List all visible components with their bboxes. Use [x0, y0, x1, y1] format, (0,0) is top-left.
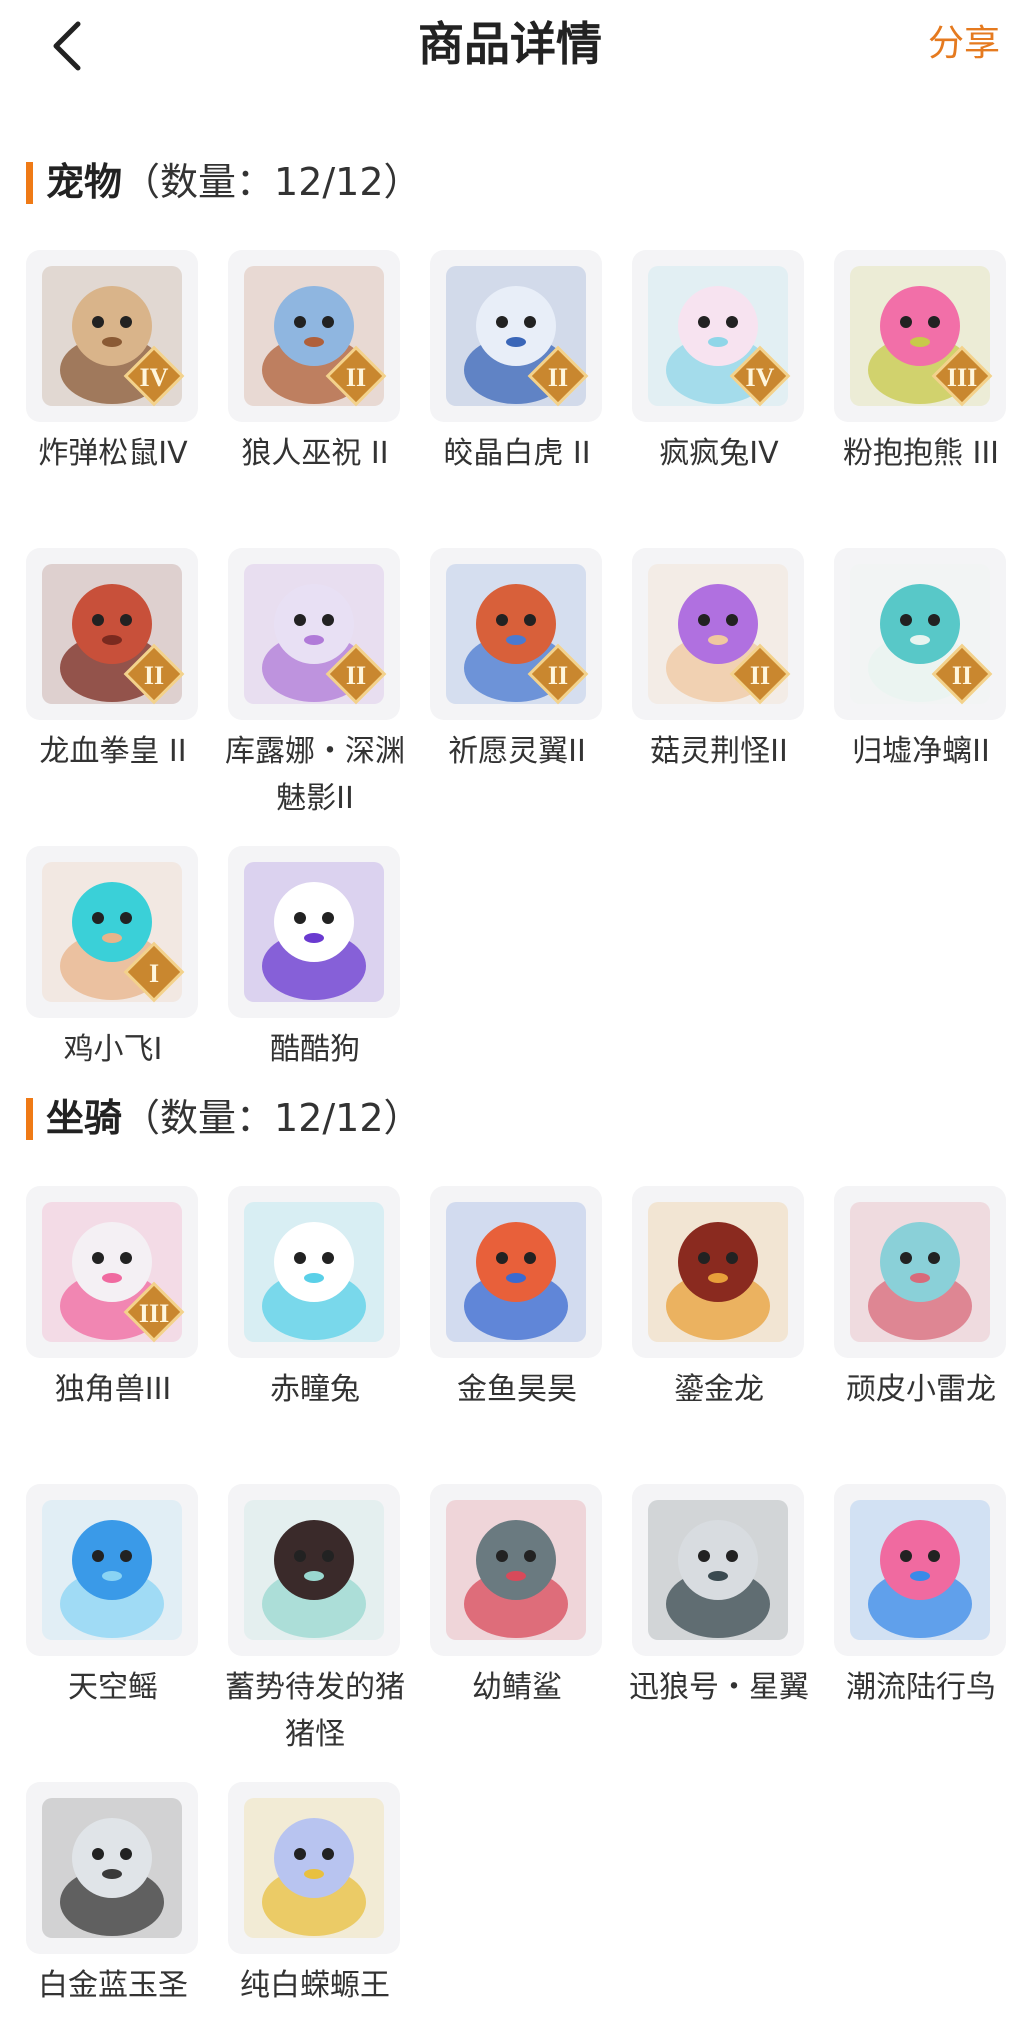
- axolotl-icon: [228, 1782, 400, 1954]
- svg-text:II: II: [144, 661, 164, 690]
- grid-item[interactable]: III 粉抱抱熊 III: [834, 250, 1007, 548]
- mecha-wolf-icon: [632, 1484, 804, 1656]
- grid-item[interactable]: II 归墟净螭II: [834, 548, 1007, 846]
- item-name: 狼人巫祝 II: [241, 436, 389, 471]
- unicorn-icon: III: [26, 1186, 198, 1358]
- item-name: 迅狼号・星翼: [629, 1670, 809, 1705]
- grid-item[interactable]: 白金蓝玉圣: [26, 1782, 199, 2032]
- svg-text:II: II: [346, 363, 366, 392]
- water-dragon-icon: II: [834, 548, 1006, 720]
- section-count: （数量：12/12）: [122, 1096, 422, 1140]
- grid-item[interactable]: 蓄势待发的猪猪怪: [225, 1484, 405, 1782]
- grid-item[interactable]: IV 炸弹松鼠IV: [26, 250, 199, 548]
- item-name: 蓄势待发的猪猪怪: [225, 1670, 405, 1752]
- sky-ray-icon: [26, 1484, 198, 1656]
- shark-icon: [430, 1484, 602, 1656]
- svg-text:II: II: [548, 363, 568, 392]
- svg-text:III: III: [139, 1299, 169, 1328]
- grid-item[interactable]: 潮流陆行鸟: [834, 1484, 1007, 1782]
- item-name: 酷酷狗: [270, 1032, 360, 1067]
- item-name: 龙血拳皇 II: [39, 734, 187, 769]
- item-name: 归墟净螭II: [852, 734, 990, 769]
- item-name: 皎晶白虎 II: [443, 436, 591, 471]
- cool-dog-icon: [228, 846, 400, 1018]
- grid-item[interactable]: II 库露娜・深渊魅影II: [225, 548, 405, 846]
- section-accent-bar: [26, 1098, 33, 1140]
- item-name: 纯白蝾螈王: [240, 1968, 390, 2003]
- item-name: 炸弹松鼠IV: [38, 436, 188, 471]
- item-name: 幼鲭鲨: [472, 1670, 562, 1705]
- section-accent-bar: [26, 162, 33, 204]
- svg-text:II: II: [952, 661, 972, 690]
- item-name: 赤瞳兔: [270, 1372, 360, 1407]
- grid-item[interactable]: 天空鳐: [26, 1484, 199, 1782]
- svg-text:II: II: [750, 661, 770, 690]
- section-title: 宠物: [46, 160, 123, 204]
- item-name: 库露娜・深渊魅影II: [225, 734, 405, 816]
- pig-icon: [228, 1484, 400, 1656]
- grid-item[interactable]: 顽皮小雷龙: [834, 1186, 1007, 1484]
- red-eye-rabbit-icon: [228, 1186, 400, 1358]
- grid-item[interactable]: III 独角兽III: [26, 1186, 199, 1484]
- brontosaurus-icon: [834, 1186, 1006, 1358]
- item-name: 顽皮小雷龙: [846, 1372, 996, 1407]
- rabbit-icon: IV: [632, 250, 804, 422]
- grid-item[interactable]: 酷酷狗: [228, 846, 401, 1096]
- grid-item[interactable]: II 菇灵荆怪II: [632, 548, 805, 846]
- svg-text:III: III: [947, 363, 977, 392]
- item-grid: IV 炸弹松鼠IV II 狼人巫祝 II II 皎晶白虎 II IV 疯疯兔IV III 粉抱抱熊…: [26, 250, 1006, 1096]
- grid-item[interactable]: II 皎晶白虎 II: [430, 250, 603, 548]
- mushroom-sprite-icon: II: [632, 548, 804, 720]
- pets-section: 宠物（数量：12/12） IV 炸弹松鼠IV II 狼人巫祝 II II 皎晶白虎 II I…: [0, 152, 1020, 1067]
- kuluna-icon: II: [228, 548, 400, 720]
- item-name: 鸡小飞I: [63, 1032, 163, 1067]
- item-name: 白金蓝玉圣: [38, 1968, 188, 2003]
- pink-bear-icon: III: [834, 250, 1006, 422]
- svg-text:IV: IV: [746, 363, 775, 392]
- trendy-bird-icon: [834, 1484, 1006, 1656]
- grid-item[interactable]: 赤瞳兔: [228, 1186, 401, 1484]
- grid-item[interactable]: 金鱼昊昊: [430, 1186, 603, 1484]
- svg-text:II: II: [346, 661, 366, 690]
- page-title: 商品详情: [418, 17, 602, 71]
- chick-icon: I: [26, 846, 198, 1018]
- mounts-section: 坐骑（数量：12/12） III 独角兽III 赤瞳兔 金鱼昊昊 鎏金龙 顽皮小雷龙天空鳐…: [0, 1088, 1020, 2003]
- item-name: 粉抱抱熊 III: [842, 436, 1000, 471]
- item-name: 祈愿灵翼II: [448, 734, 586, 769]
- grid-item[interactable]: IV 疯疯兔IV: [632, 250, 805, 548]
- section-header: 宠物（数量：12/12）: [0, 152, 1020, 212]
- grid-item[interactable]: 迅狼号・星翼: [629, 1484, 809, 1782]
- item-name: 天空鳐: [68, 1670, 158, 1705]
- item-name: 疯疯兔IV: [659, 436, 779, 471]
- item-name: 菇灵荆怪II: [650, 734, 788, 769]
- share-button[interactable]: 分享: [928, 18, 1000, 70]
- grid-item[interactable]: II 狼人巫祝 II: [228, 250, 401, 548]
- item-name: 独角兽III: [54, 1372, 172, 1407]
- item-name: 潮流陆行鸟: [846, 1670, 996, 1705]
- grid-item[interactable]: II 祈愿灵翼II: [430, 548, 603, 846]
- item-grid: III 独角兽III 赤瞳兔 金鱼昊昊 鎏金龙 顽皮小雷龙天空鳐 蓄势待发的猪猪怪 幼鲭鲨 迅狼…: [26, 1186, 1006, 2032]
- svg-text:I: I: [149, 959, 159, 988]
- dragon-boxer-icon: II: [26, 548, 198, 720]
- section-title: 坐骑: [46, 1096, 123, 1140]
- werewolf-icon: II: [228, 250, 400, 422]
- gilded-dragon-icon: [632, 1186, 804, 1358]
- grid-item[interactable]: I 鸡小飞I: [26, 846, 199, 1096]
- grid-item[interactable]: II 龙血拳皇 II: [26, 548, 199, 846]
- section-header: 坐骑（数量：12/12）: [0, 1088, 1020, 1148]
- item-name: 金鱼昊昊: [457, 1372, 577, 1407]
- item-name: 鎏金龙: [674, 1372, 764, 1407]
- squirrel-icon: IV: [26, 250, 198, 422]
- grid-item[interactable]: 幼鲭鲨: [430, 1484, 603, 1782]
- eagle-icon: II: [430, 548, 602, 720]
- goldfish-icon: [430, 1186, 602, 1358]
- section-count: （数量：12/12）: [122, 160, 422, 204]
- grid-item[interactable]: 鎏金龙: [632, 1186, 805, 1484]
- grid-item[interactable]: 纯白蝾螈王: [228, 1782, 401, 2032]
- platinum-mount-icon: [26, 1782, 198, 1954]
- svg-text:IV: IV: [140, 363, 169, 392]
- white-tiger-icon: II: [430, 250, 602, 422]
- top-bar: 商品详情 分享: [0, 0, 1020, 90]
- svg-text:II: II: [548, 661, 568, 690]
